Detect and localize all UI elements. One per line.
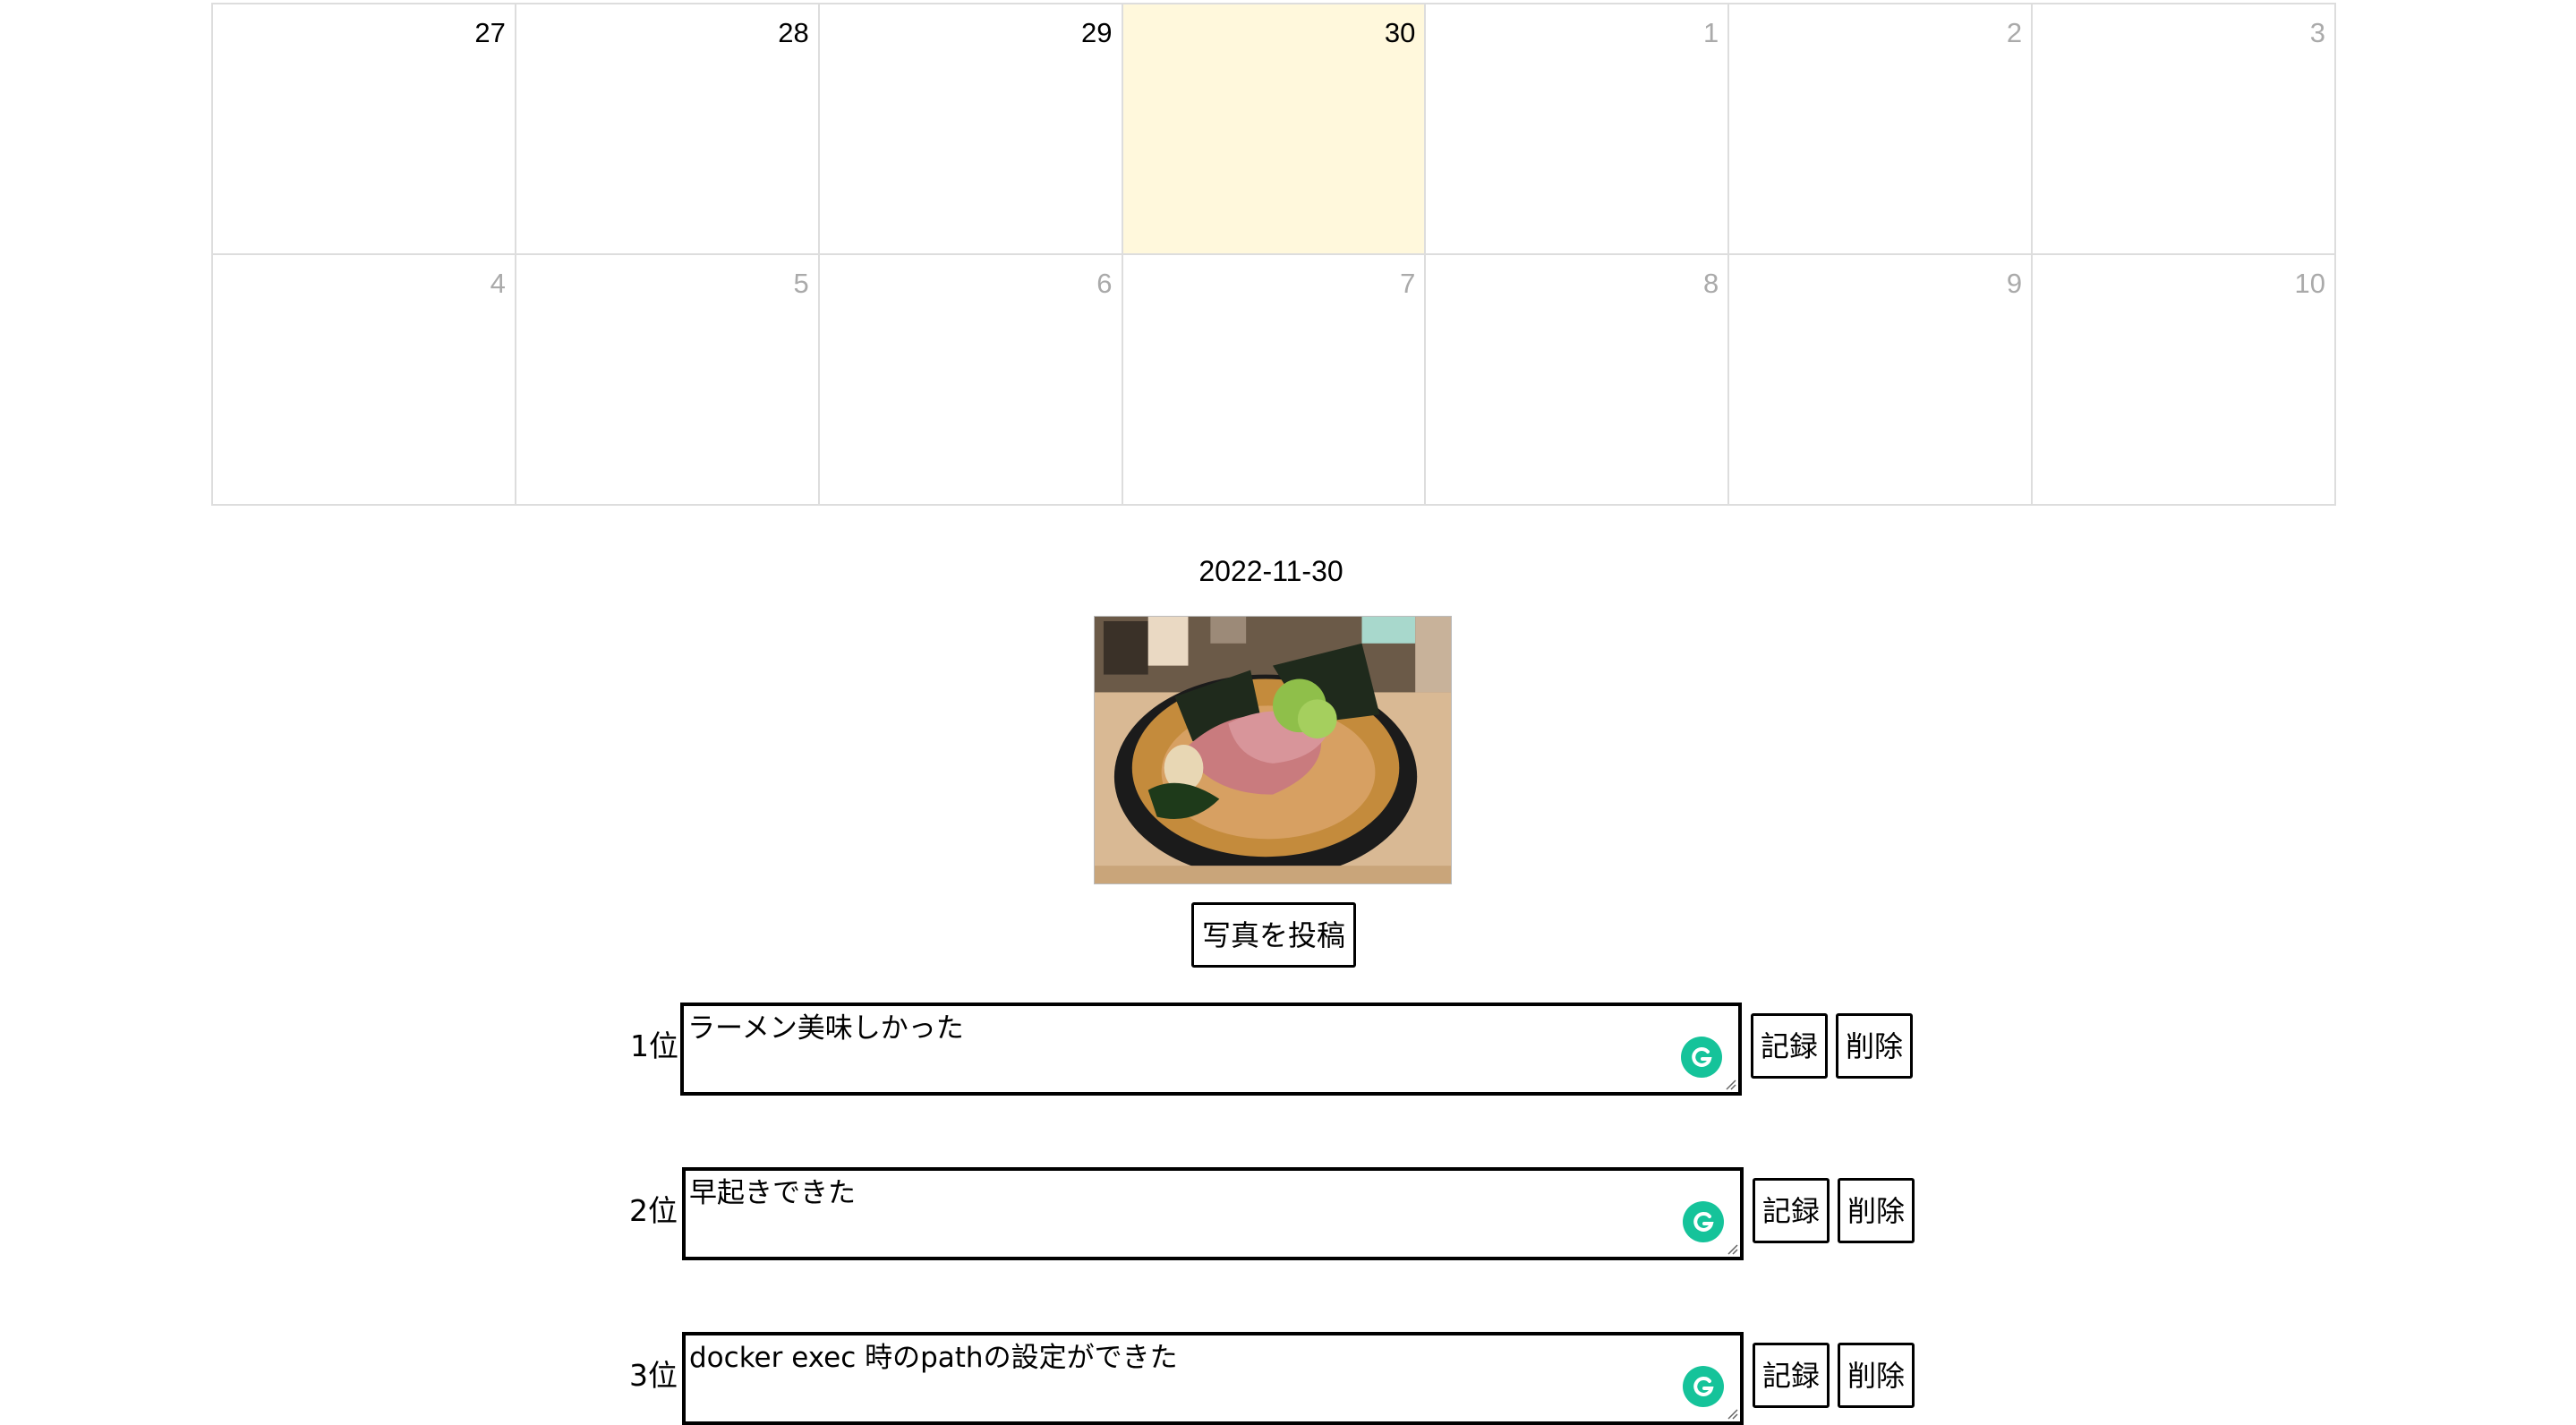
day-number: 6	[1096, 268, 1113, 299]
calendar-day-cell[interactable]: 1	[1424, 3, 1730, 255]
day-number: 10	[2294, 268, 2325, 299]
day-number: 28	[778, 17, 809, 48]
memo-text: 早起きできた	[689, 1177, 856, 1209]
day-number: 5	[793, 268, 809, 299]
calendar-day-cell[interactable]: 2	[1727, 3, 2034, 255]
calendar-grid: 27 28 29 30 1 2 3 4 5 6 7 8 9 10	[211, 3, 2336, 506]
calendar-day-cell[interactable]: 7	[1121, 253, 1427, 506]
day-number: 7	[1400, 268, 1416, 299]
rank-label: 1位	[630, 1028, 678, 1063]
calendar-day-cell[interactable]: 28	[514, 3, 820, 255]
calendar-day-cell[interactable]: 10	[2031, 253, 2336, 506]
selected-date: 2022-11-30	[1198, 555, 1343, 587]
resize-grip-icon[interactable]	[1722, 1076, 1736, 1090]
calendar-day-cell-today[interactable]: 30	[1121, 3, 1427, 255]
memo-text: ラーメン美味しかった	[687, 1012, 964, 1045]
grammarly-icon[interactable]	[1681, 1037, 1722, 1078]
memo-textarea[interactable]: ラーメン美味しかった	[680, 1003, 1742, 1096]
calendar-day-cell[interactable]: 29	[817, 3, 1123, 255]
day-number: 9	[2006, 268, 2023, 299]
delete-button[interactable]: 削除	[1838, 1178, 1915, 1243]
day-number: 29	[1081, 17, 1113, 48]
memo-text: docker exec 時のpathの設定ができた	[689, 1342, 1178, 1374]
save-button[interactable]: 記録	[1753, 1343, 1830, 1408]
memo-textarea[interactable]: docker exec 時のpathの設定ができた	[682, 1332, 1744, 1425]
day-number: 8	[1702, 268, 1719, 299]
calendar-day-cell[interactable]: 9	[1727, 253, 2034, 506]
day-number: 27	[474, 17, 506, 48]
resize-grip-icon[interactable]	[1724, 1405, 1738, 1420]
calendar-day-cell[interactable]: 6	[817, 253, 1123, 506]
calendar-day-cell[interactable]: 27	[211, 3, 516, 255]
grammarly-icon[interactable]	[1683, 1366, 1724, 1407]
day-number: 2	[2006, 17, 2023, 48]
save-button[interactable]: 記録	[1751, 1013, 1828, 1079]
day-number: 1	[1702, 17, 1719, 48]
save-button[interactable]: 記録	[1753, 1178, 1830, 1243]
rank-label: 3位	[629, 1358, 678, 1393]
ramen-photo-image	[1095, 617, 1451, 883]
delete-button[interactable]: 削除	[1838, 1343, 1915, 1408]
grammarly-icon[interactable]	[1683, 1201, 1724, 1242]
calendar-day-cell[interactable]: 3	[2031, 3, 2336, 255]
memo-textarea[interactable]: 早起きできた	[682, 1167, 1744, 1260]
calendar-week: 4 5 6 7 8 9 10	[211, 253, 2336, 506]
ramen-photo	[1094, 616, 1452, 884]
rank-label: 2位	[629, 1193, 678, 1228]
delete-button[interactable]: 削除	[1836, 1013, 1913, 1079]
calendar-day-cell[interactable]: 8	[1424, 253, 1730, 506]
day-number: 3	[2309, 17, 2325, 48]
day-number: 30	[1384, 17, 1416, 48]
calendar-week: 27 28 29 30 1 2 3	[211, 3, 2336, 255]
day-number: 4	[490, 268, 506, 299]
post-photo-button[interactable]: 写真を投稿	[1191, 902, 1356, 968]
calendar-day-cell[interactable]: 4	[211, 253, 516, 506]
calendar-day-cell[interactable]: 5	[514, 253, 820, 506]
resize-grip-icon[interactable]	[1724, 1241, 1738, 1255]
